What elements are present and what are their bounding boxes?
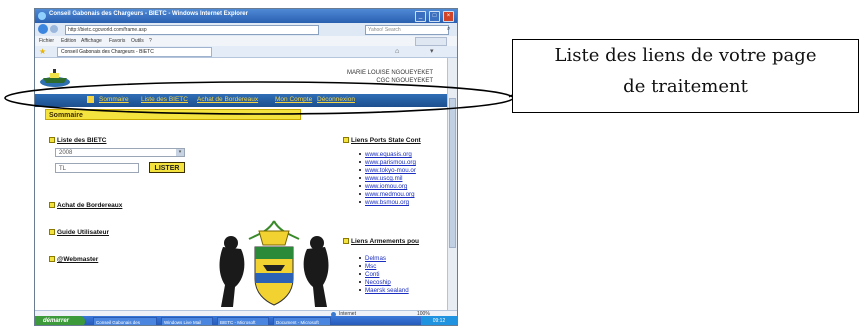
callout-line-2: de traitement [623, 76, 748, 97]
callout-line-1: Liste des liens de votre page [554, 45, 817, 66]
callout-box: Liste des liens de votre page de traitem… [512, 39, 859, 113]
